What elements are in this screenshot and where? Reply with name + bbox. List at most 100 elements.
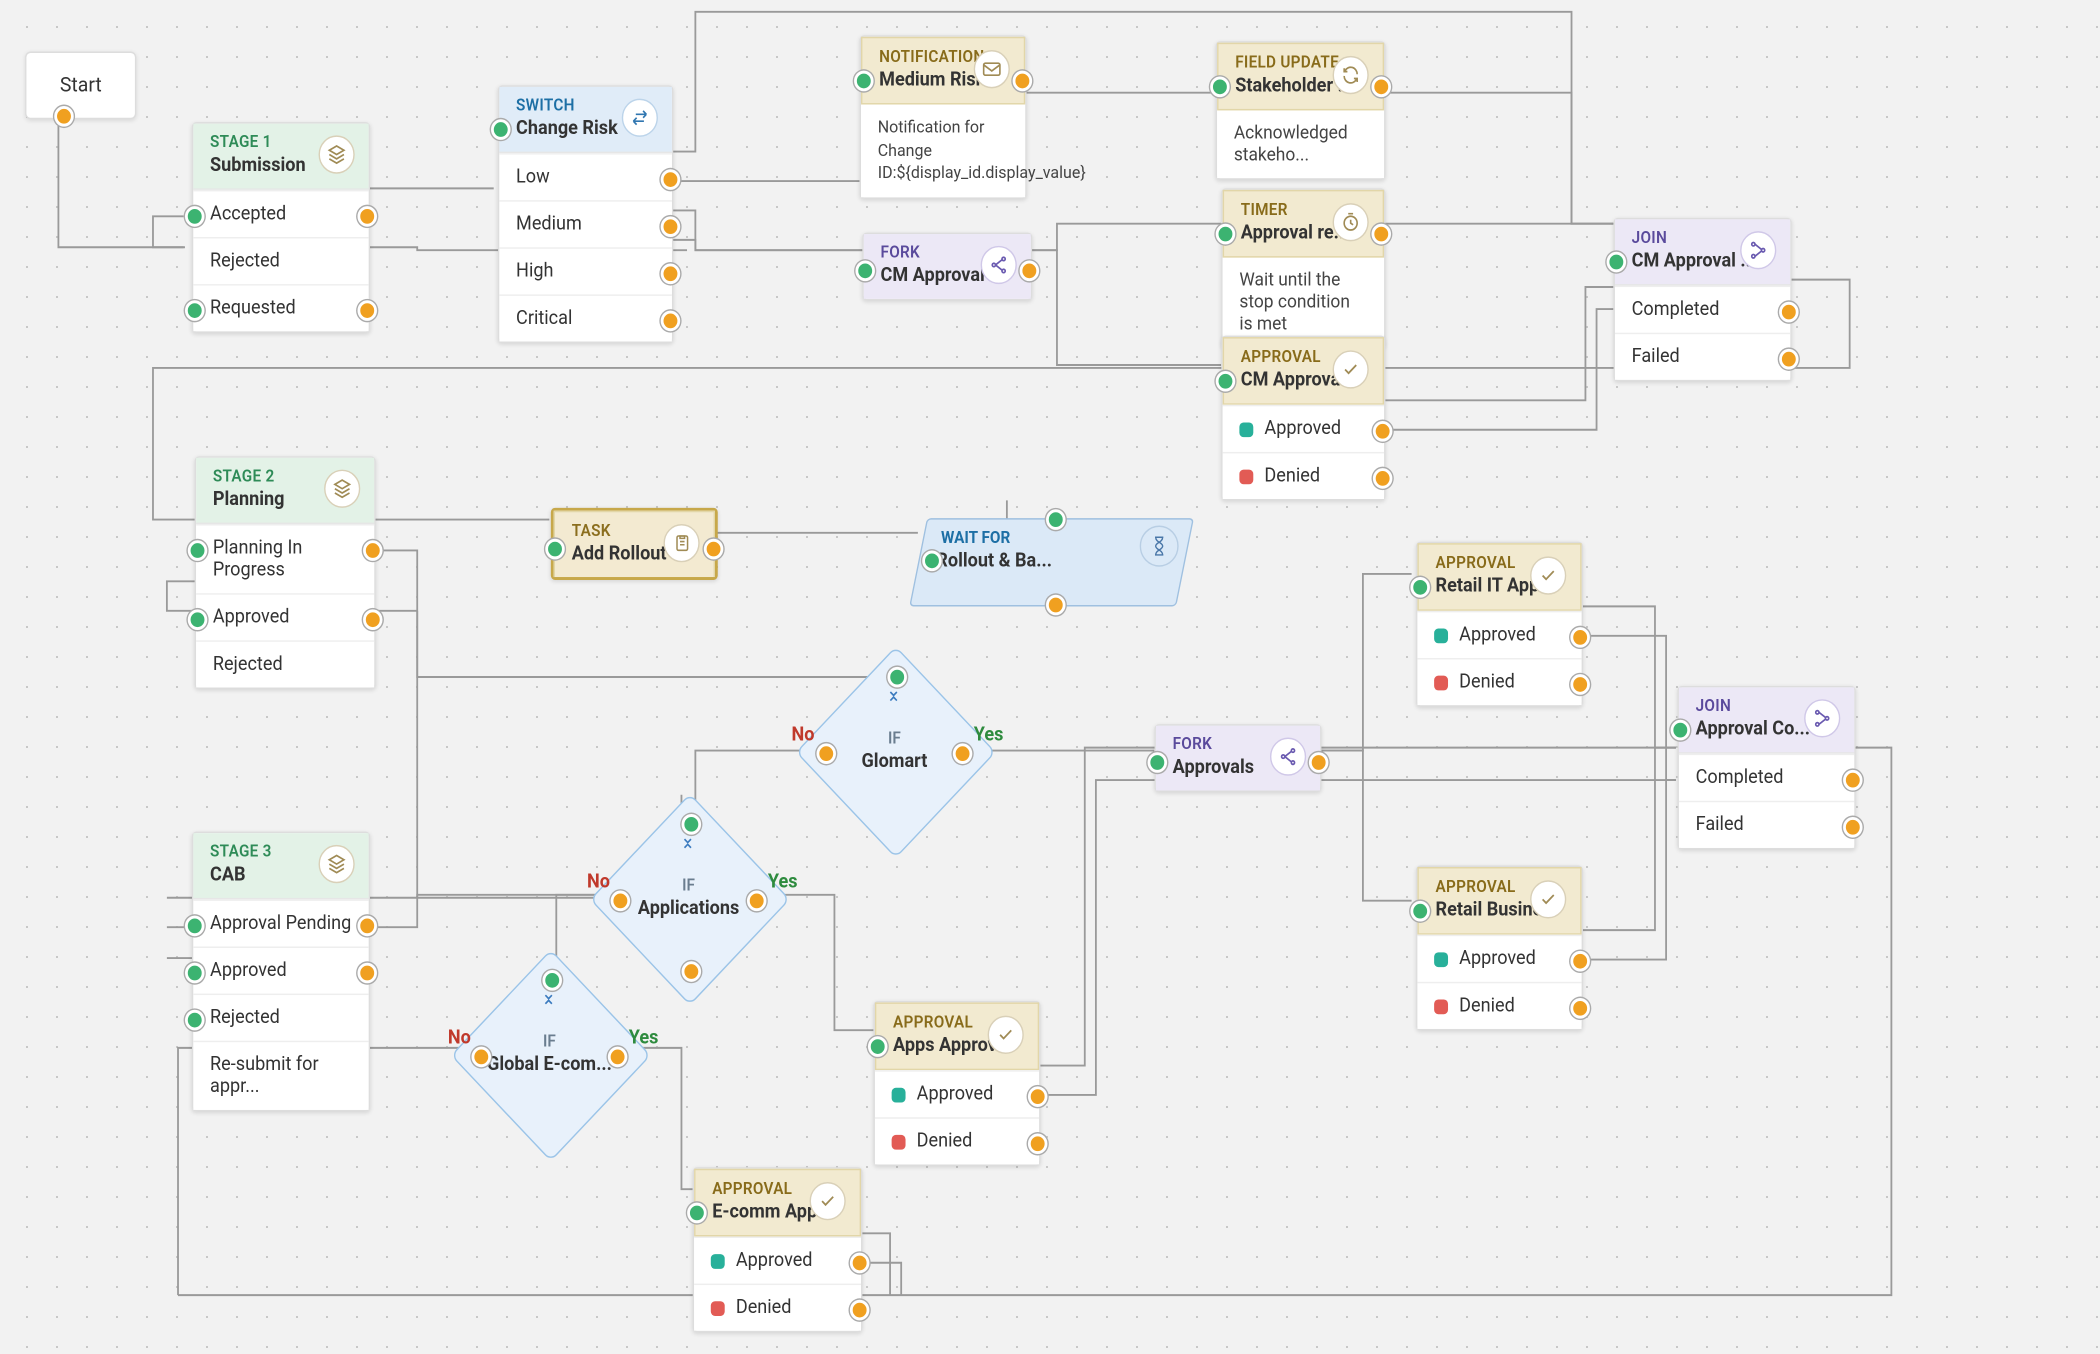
- port-out[interactable]: [661, 169, 680, 190]
- port-out[interactable]: [1779, 349, 1798, 370]
- port-out[interactable]: [1309, 752, 1328, 773]
- join-approval-complete[interactable]: JOIN Approval Co... Completed Failed: [1678, 686, 1856, 849]
- notification-medium-risk[interactable]: NOTIFICATION Medium Risk... Notification…: [860, 35, 1027, 198]
- approval-option[interactable]: Denied: [1223, 452, 1384, 499]
- if-global-ecom[interactable]: IFGlobal E-com...: [431, 966, 667, 1143]
- approval-option[interactable]: Denied: [875, 1117, 1039, 1164]
- port-in[interactable]: [185, 963, 204, 984]
- port-in[interactable]: [922, 551, 941, 572]
- port-out[interactable]: [363, 609, 382, 630]
- port-in[interactable]: [1410, 577, 1429, 598]
- switch-option[interactable]: Low: [499, 153, 671, 200]
- start-node[interactable]: Start: [25, 52, 137, 120]
- switch-change-risk[interactable]: SWITCH Change Risk Low Medium High Criti…: [498, 85, 673, 343]
- port-in[interactable]: [1671, 720, 1690, 741]
- stage-option[interactable]: Accepted: [193, 190, 368, 237]
- port-out[interactable]: [850, 1253, 869, 1274]
- approval-option[interactable]: Approved: [1417, 611, 1581, 658]
- stage1-submission[interactable]: STAGE 1 Submission Accepted Rejected Req…: [192, 122, 370, 332]
- port-in[interactable]: [1216, 224, 1235, 245]
- port-out[interactable]: [850, 1300, 869, 1321]
- port-out[interactable]: [608, 1047, 627, 1068]
- port-in[interactable]: [491, 119, 510, 140]
- stage-option[interactable]: Approval Pending: [193, 899, 368, 946]
- port-out[interactable]: [1372, 224, 1391, 245]
- approval-option[interactable]: Approved: [1223, 405, 1384, 452]
- approval-option[interactable]: Approved: [875, 1070, 1039, 1117]
- join-option[interactable]: Failed: [1679, 801, 1854, 848]
- stage-option[interactable]: Planning In Progress: [196, 524, 374, 593]
- port-out[interactable]: [1372, 77, 1391, 98]
- port-in[interactable]: [542, 970, 561, 991]
- switch-option[interactable]: High: [499, 247, 671, 294]
- if-glomart[interactable]: IFGlomart: [776, 662, 1012, 839]
- fork-cm-approval[interactable]: FORK CM Approval ...: [862, 233, 1032, 301]
- stage3-cab[interactable]: STAGE 3 CAB Approval Pending Approved Re…: [192, 832, 370, 1112]
- port-in[interactable]: [1148, 752, 1167, 773]
- port-in[interactable]: [854, 71, 873, 92]
- port-out[interactable]: [747, 891, 766, 912]
- port-in[interactable]: [185, 916, 204, 937]
- port-in[interactable]: [1210, 77, 1229, 98]
- port-out[interactable]: [1046, 595, 1065, 616]
- join-option[interactable]: Failed: [1615, 333, 1790, 380]
- port-out[interactable]: [1013, 71, 1032, 92]
- port-out[interactable]: [661, 311, 680, 332]
- port-out[interactable]: [1028, 1086, 1047, 1107]
- port-in[interactable]: [887, 667, 906, 688]
- port-out[interactable]: [1570, 627, 1589, 648]
- port-out[interactable]: [661, 263, 680, 284]
- port-out[interactable]: [472, 1047, 491, 1068]
- port-out[interactable]: [1570, 998, 1589, 1019]
- stage-option[interactable]: Rejected: [196, 640, 374, 687]
- port-out[interactable]: [611, 891, 630, 912]
- approval-option[interactable]: Denied: [694, 1284, 861, 1331]
- stage-option[interactable]: Approved: [193, 946, 368, 993]
- field-update-stakeholder[interactable]: FIELD UPDATE Stakeholder ... Acknowledge…: [1216, 41, 1386, 179]
- port-out[interactable]: [54, 106, 73, 127]
- task-add-rollout[interactable]: TASK Add Rollout ...: [551, 508, 718, 580]
- fork-approvals[interactable]: FORK Approvals: [1155, 724, 1322, 792]
- port-in[interactable]: [855, 261, 874, 282]
- approval-retail-it[interactable]: APPROVAL Retail IT App... Approved Denie…: [1416, 542, 1583, 707]
- port-out[interactable]: [704, 539, 723, 560]
- join-option[interactable]: Completed: [1679, 754, 1854, 801]
- port-in[interactable]: [185, 1010, 204, 1031]
- port-out[interactable]: [682, 961, 701, 982]
- approval-option[interactable]: Approved: [694, 1236, 861, 1283]
- stage-option[interactable]: Requested: [193, 284, 368, 331]
- port-out[interactable]: [1373, 421, 1392, 442]
- port-in[interactable]: [868, 1036, 887, 1057]
- stage-option[interactable]: Approved: [196, 593, 374, 640]
- port-in[interactable]: [188, 609, 207, 630]
- port-out[interactable]: [1020, 261, 1039, 282]
- port-in[interactable]: [185, 206, 204, 227]
- timer-approval-reminder[interactable]: TIMER Approval re... Wait until the stop…: [1221, 188, 1385, 348]
- port-out[interactable]: [357, 206, 376, 227]
- port-out[interactable]: [661, 216, 680, 237]
- approval-option[interactable]: Denied: [1417, 658, 1581, 705]
- port-in[interactable]: [188, 540, 207, 561]
- join-option[interactable]: Completed: [1615, 286, 1790, 333]
- port-out[interactable]: [1779, 302, 1798, 323]
- port-in[interactable]: [1410, 901, 1429, 922]
- approval-cm[interactable]: APPROVAL CM Approval Approved Denied: [1221, 336, 1385, 501]
- port-out[interactable]: [363, 540, 382, 561]
- port-in[interactable]: [1607, 252, 1626, 273]
- port-in[interactable]: [545, 539, 564, 560]
- approval-retail-business[interactable]: APPROVAL Retail Busine... Approved Denie…: [1416, 866, 1583, 1031]
- port-in[interactable]: [687, 1203, 706, 1224]
- switch-option[interactable]: Medium: [499, 200, 671, 247]
- switch-option[interactable]: Critical: [499, 294, 671, 341]
- port-out[interactable]: [1843, 817, 1862, 838]
- port-out[interactable]: [1028, 1133, 1047, 1154]
- port-out[interactable]: [1373, 468, 1392, 489]
- port-in[interactable]: [1046, 509, 1065, 530]
- port-out[interactable]: [1570, 951, 1589, 972]
- port-in[interactable]: [1216, 371, 1235, 392]
- stage-option[interactable]: Rejected: [193, 994, 368, 1041]
- approval-option[interactable]: Approved: [1417, 935, 1581, 982]
- port-in[interactable]: [185, 300, 204, 321]
- if-applications[interactable]: IFApplications: [570, 810, 806, 987]
- port-out[interactable]: [1843, 770, 1862, 791]
